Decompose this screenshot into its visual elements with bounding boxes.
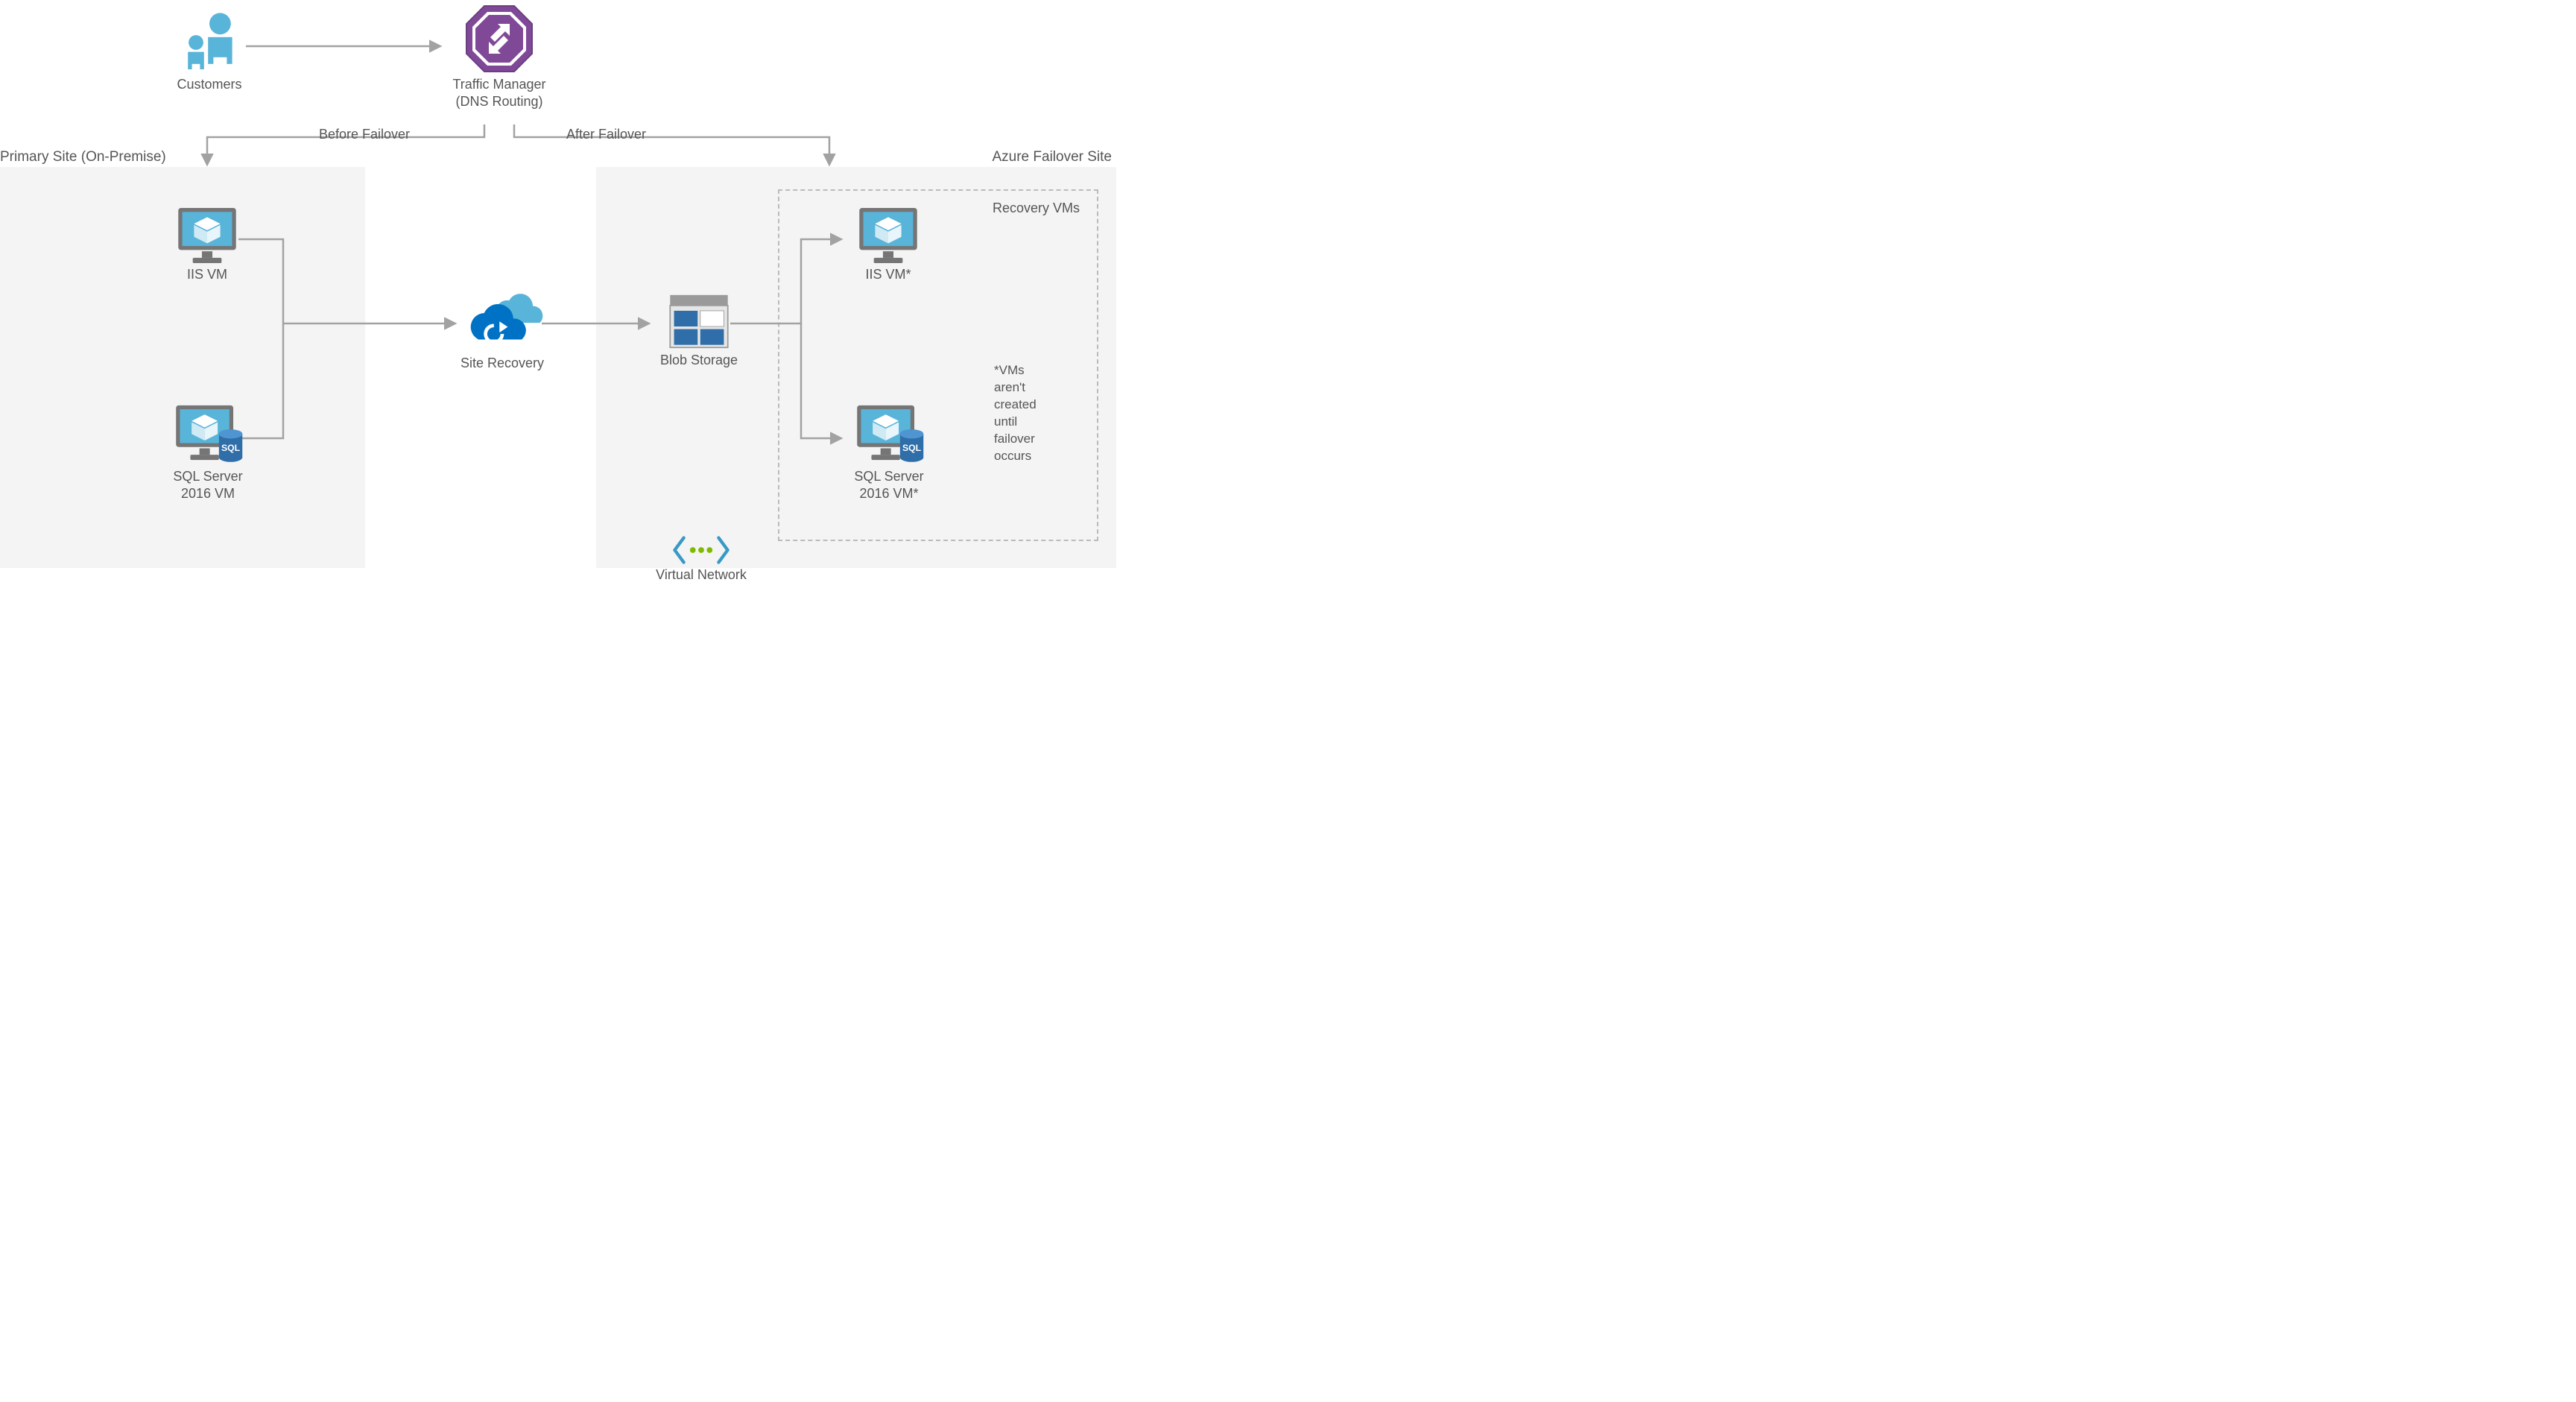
note-l6: occurs (994, 448, 1083, 465)
users-icon (176, 9, 243, 76)
sql-vm-icon: SQL (853, 402, 925, 468)
iis-vm-star-node: IIS VM* (844, 205, 933, 283)
sql-vm-star-node: SQL SQL Server 2016 VM* (841, 402, 937, 503)
sql-vm-star-label-2: 2016 VM* (859, 485, 918, 502)
traffic-manager-label-1: Traffic Manager (452, 76, 545, 93)
traffic-manager-icon (462, 1, 537, 76)
iis-vm-star-label: IIS VM* (865, 266, 911, 283)
vm-icon (855, 205, 921, 266)
note-l1: *VMs (994, 362, 1083, 379)
note-l5: failover (994, 431, 1083, 448)
before-failover-label: Before Failover (319, 126, 410, 143)
sql-vm-label-2: 2016 VM (181, 485, 235, 502)
recovery-vms-title: Recovery VMs (993, 200, 1080, 217)
vm-icon (174, 205, 240, 266)
traffic-manager-node: Traffic Manager (DNS Routing) (436, 1, 563, 111)
sql-vm-label-1: SQL Server (173, 468, 242, 485)
virtual-network-label: Virtual Network (656, 566, 747, 584)
blob-storage-node: Blob Storage (651, 291, 747, 369)
after-failover-label: After Failover (566, 126, 646, 143)
footnote: *VMs aren't created until failover occur… (994, 362, 1083, 465)
customers-label: Customers (177, 76, 241, 93)
virtual-network-node: Virtual Network (645, 534, 757, 584)
iis-vm-node: IIS VM (162, 205, 252, 283)
svg-text:SQL: SQL (902, 443, 922, 453)
note-l4: until (994, 414, 1083, 431)
site-recovery-node: Site Recovery (450, 292, 554, 372)
blob-storage-icon (666, 291, 732, 352)
virtual-network-icon (672, 534, 730, 566)
sql-vm-icon: SQL (172, 402, 244, 468)
blob-storage-label: Blob Storage (660, 352, 738, 369)
iis-vm-label: IIS VM (187, 266, 227, 283)
sql-vm-star-label-1: SQL Server (854, 468, 923, 485)
traffic-manager-label-2: (DNS Routing) (455, 93, 542, 110)
svg-text:SQL: SQL (221, 443, 241, 453)
primary-site-title: Primary Site (On-Premise) (0, 149, 166, 165)
sql-vm-node: SQL SQL Server 2016 VM (159, 402, 256, 503)
note-l2: aren't (994, 379, 1083, 397)
cloud-recovery-icon (458, 292, 547, 355)
note-l3: created (994, 397, 1083, 414)
site-recovery-label: Site Recovery (461, 355, 544, 372)
customers-node: Customers (154, 9, 265, 93)
azure-failover-title: Azure Failover Site (992, 149, 1112, 165)
